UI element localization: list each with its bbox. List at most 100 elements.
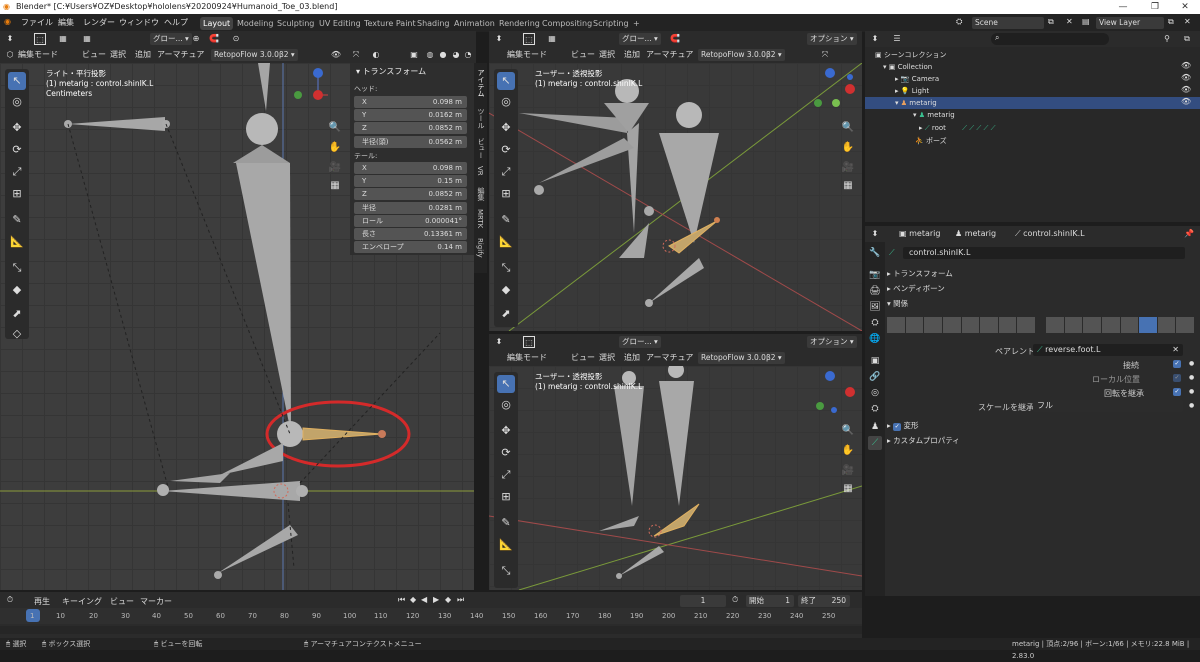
outliner-collection[interactable]: ▾ ▣ Collection [883,61,932,73]
menu-edit[interactable]: 編集 [55,17,77,29]
editor-type-icon[interactable]: ⏱ [4,594,16,606]
annotate-tool-icon[interactable]: ✎ [8,211,26,229]
new-collection-icon[interactable]: ⧉ [1181,33,1193,45]
move-tool-icon[interactable]: ✥ [497,422,515,440]
physics-tab-icon[interactable]: ◎ [868,386,882,400]
menu-add[interactable]: 追加 [624,352,640,363]
bone-size-tool-icon[interactable]: ◆ [497,281,515,299]
section-relations[interactable]: ▾ 関係 [887,298,908,309]
keyframe-dot-icon[interactable]: ● [1189,402,1194,409]
blender-menu-icon[interactable]: ◉ [4,17,11,26]
extrude-tool-icon[interactable]: ⬈ [497,305,515,323]
select-tool-icon[interactable]: ⬚ [523,336,535,348]
menu-view[interactable]: ビュー [571,49,595,60]
measure-tool-icon[interactable]: 📐 [497,536,515,554]
scale-tool-icon[interactable]: ⤢ [497,163,515,181]
bone-name-field[interactable]: control.shinIK.L [903,247,1185,259]
outliner-pose[interactable]: ⛹ ポーズ [915,135,947,147]
menu-select[interactable]: 選択 [599,352,615,363]
scale-tool-icon[interactable]: ⤢ [497,466,515,484]
select-tool-icon[interactable]: ⬚ [34,33,46,45]
visibility-eye-icon[interactable]: 👁 [1181,73,1191,82]
output-tab-icon[interactable]: 🖨 [868,284,882,298]
view-layer-tab-icon[interactable]: 🖼 [868,300,882,314]
menu-armature[interactable]: アーマチュア [157,49,204,60]
keyframe-dot-icon[interactable]: ● [1189,374,1194,381]
addon-dropdown[interactable]: RetopoFlow 3.0.0β2 ▾ [698,352,785,364]
delete-view-layer-icon[interactable]: ✕ [1184,17,1191,26]
world-tab-icon[interactable]: 🌐 [868,332,882,346]
play-reverse-icon[interactable]: ◀ [421,595,427,604]
render-tab-icon[interactable]: 📷 [868,268,882,282]
tab-modeling[interactable]: Modeling [234,17,276,30]
snap-icon[interactable]: 🧲 [669,33,681,45]
pan-hand-icon[interactable]: ✋ [328,141,342,155]
editor-type-icon[interactable]: ⬍ [493,33,505,45]
zoom-icon[interactable]: 🔍 [841,424,855,438]
select-mode-icon[interactable]: ▦ [57,33,69,45]
head-y-field[interactable]: Y 0.0162 m [354,109,467,121]
transform-orientation-dropdown[interactable]: グロー... ▾ [619,33,661,45]
outliner-metarig-data[interactable]: ▾ ♟ metarig [913,109,955,121]
rotate-tool-icon[interactable]: ⟳ [8,141,26,159]
proportional-edit-icon[interactable]: ⊙ [230,33,242,45]
transform-tool-icon[interactable]: ⊞ [497,185,515,203]
cursor-tool-icon[interactable]: ◎ [497,93,515,111]
select-mode-icon[interactable]: ▦ [546,33,558,45]
pan-hand-icon[interactable]: ✋ [841,141,855,155]
outliner-light[interactable]: ▸ 💡 Light [895,85,929,97]
outliner-search-input[interactable]: ⌕ [991,33,1109,45]
mode-dropdown[interactable]: 編集モード [507,49,547,60]
local-location-checkbox[interactable]: ✓ [1173,374,1181,382]
pivot-icon[interactable]: ⊕ [190,33,202,45]
sidebar-tab-mrtk[interactable]: MRTK [476,209,484,228]
transform-orientation-dropdown[interactable]: グロー... ▾ [619,336,661,348]
outliner-camera[interactable]: ▸ 📷 Camera [895,73,939,85]
delete-scene-icon[interactable]: ✕ [1066,17,1073,26]
scene-tab-icon[interactable]: ⛭ [868,316,882,330]
rotate-tool-icon[interactable]: ⟳ [497,444,515,462]
head-radius-field[interactable]: 半径(頭) 0.0562 m [354,136,467,148]
parent-field[interactable]: ⟋ reverse.foot.L ✕ [1033,344,1183,356]
new-view-layer-icon[interactable]: ⧉ [1168,17,1174,27]
constraints-tab-icon[interactable]: 🔗 [868,370,882,384]
cursor-tool-icon[interactable]: ◎ [8,93,26,111]
bone-layers-right[interactable] [1046,317,1194,333]
menu-render[interactable]: レンダー [80,17,118,29]
editor-type-icon[interactable]: ⬍ [4,33,16,45]
tab-shading[interactable]: Shading [414,17,453,30]
view-layer-selector[interactable]: View Layer [1096,17,1164,29]
visibility-icon[interactable]: 👁 [330,49,342,61]
roll-tool-icon[interactable]: ⤡ [497,259,515,277]
select-box-tool-icon[interactable]: ↖ [497,375,515,393]
mode-dropdown[interactable]: 編集モード [507,352,547,363]
gizmo-icon[interactable]: ⤧ [350,49,362,61]
menu-view[interactable]: ビュー [82,49,106,60]
radius-field[interactable]: 半径 0.0281 m [354,202,467,214]
addon-dropdown[interactable]: RetopoFlow 3.0.0β2 ▾ [211,49,298,61]
select-box-tool-icon[interactable]: ↖ [8,72,26,90]
tab-rendering[interactable]: Rendering [496,17,543,30]
timeline-track[interactable] [0,626,862,634]
menu-help[interactable]: ヘルプ [161,17,191,29]
navigation-gizmo[interactable] [814,370,858,414]
timeline-menu-marker[interactable]: マーカー [140,596,172,607]
envelope-tool-icon[interactable]: ◇ [8,325,26,343]
object-tab-icon[interactable]: ▣ [868,354,882,368]
envelope-field[interactable]: エンベロープ 0.14 m [354,241,467,253]
navigation-gizmo[interactable] [814,67,858,111]
addon-dropdown[interactable]: RetopoFlow 3.0.0β2 ▾ [698,49,785,61]
menu-add[interactable]: 追加 [624,49,640,60]
bone-size-tool-icon[interactable]: ◆ [8,281,26,299]
navigation-gizmo[interactable] [290,67,332,109]
gizmo-icon[interactable]: ⤧ [819,49,831,61]
next-keyframe-icon[interactable]: ◆ [445,595,451,604]
maximize-icon[interactable]: ❐ [1140,0,1170,14]
timeline-menu-playback[interactable]: 再生 [34,596,50,607]
move-tool-icon[interactable]: ✥ [8,119,26,137]
outliner-root-bone[interactable]: ▸ ⟋ root ⟋ ⟋ ⟋ ⟋ ⟋ [919,122,996,134]
current-frame-field[interactable]: 1 [680,595,726,607]
select-box-tool-icon[interactable]: ↖ [497,72,515,90]
menu-add[interactable]: 追加 [135,49,151,60]
solid-shading-icon[interactable]: ● [437,49,449,61]
